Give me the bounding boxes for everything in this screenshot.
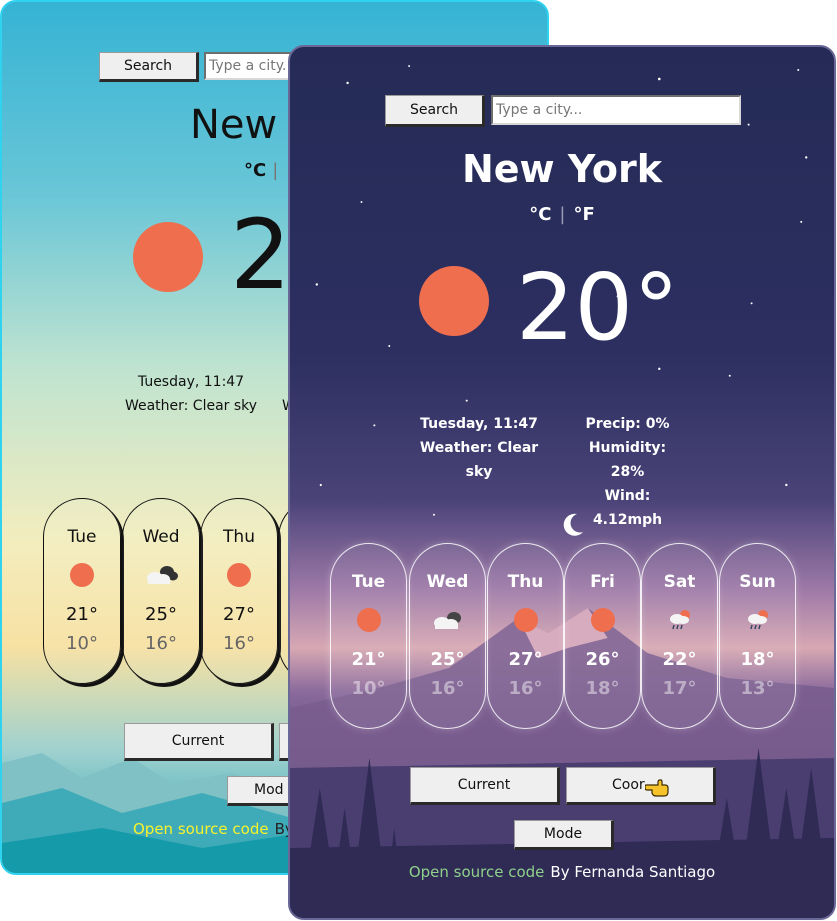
weather-description: Weather: Clear sky bbox=[419, 440, 539, 480]
weather-description: Weather: Clear sky bbox=[124, 398, 258, 414]
forecast-low: 16° bbox=[430, 678, 465, 699]
forecast-low: 18° bbox=[585, 678, 620, 699]
current-location-button[interactable]: Current bbox=[410, 767, 560, 805]
forecast-low: 16° bbox=[508, 678, 543, 699]
coordinates-button[interactable]: Coor bbox=[566, 767, 716, 805]
forecast-high: 25° bbox=[430, 649, 465, 670]
forecast-day: Fri bbox=[590, 572, 615, 592]
forecast-card: Thu 27° 16° bbox=[200, 498, 278, 684]
author-credit: By Fernanda Santiago bbox=[550, 863, 716, 881]
date-time: Tuesday, 11:47 bbox=[420, 416, 538, 432]
forecast-high: 21° bbox=[66, 604, 98, 625]
fahrenheit-toggle[interactable]: °F bbox=[574, 204, 595, 225]
cloud-dark-icon bbox=[123, 560, 199, 590]
forecast-high: 26° bbox=[585, 649, 620, 670]
forecast-card: Tue 21° 10° bbox=[43, 498, 121, 684]
sun-icon bbox=[133, 222, 203, 292]
forecast-low: 16° bbox=[145, 633, 177, 654]
forecast-card: Sun 18° 13° bbox=[719, 543, 796, 729]
forecast-low: 10° bbox=[66, 633, 98, 654]
forecast-high: 22° bbox=[662, 649, 697, 670]
forecast-day: Thu bbox=[223, 527, 255, 547]
forecast-card: Sat 22° 17° bbox=[641, 543, 718, 729]
source-code-link[interactable]: Open source code bbox=[409, 863, 545, 881]
forecast-low: 17° bbox=[662, 678, 697, 699]
forecast-day: Tue bbox=[351, 572, 386, 592]
pointer-hand-cursor-icon bbox=[645, 779, 669, 797]
celsius-toggle[interactable]: °C bbox=[529, 204, 551, 225]
precipitation: Precip: 0% bbox=[585, 416, 670, 432]
weather-details: Precip: 0% Humidity: 28% Wind: 4.12mph bbox=[570, 412, 685, 532]
search-input[interactable] bbox=[491, 95, 741, 125]
sun-icon bbox=[488, 605, 563, 635]
forecast-day: Sat bbox=[663, 572, 696, 592]
wind-speed: Wind: 4.12mph bbox=[592, 488, 663, 528]
sun-icon bbox=[565, 605, 640, 635]
date-time: Tuesday, 11:47 bbox=[137, 374, 245, 390]
unit-toggle: °C | bbox=[244, 160, 284, 181]
search-button[interactable]: Search bbox=[385, 95, 485, 127]
rain-sun-icon bbox=[720, 605, 795, 635]
forecast-card: Tue 21° 10° bbox=[330, 543, 407, 729]
forecast-low: 10° bbox=[351, 678, 386, 699]
city-name: New York bbox=[461, 147, 663, 191]
humidity: Humidity: 28% bbox=[588, 440, 667, 480]
forecast-high: 21° bbox=[351, 649, 386, 670]
forecast-high: 27° bbox=[508, 649, 543, 670]
forecast-card: Fri 26° 18° bbox=[564, 543, 641, 729]
celsius-toggle[interactable]: °C bbox=[244, 160, 266, 181]
forecast-high: 18° bbox=[740, 649, 775, 670]
current-temperature: 20° bbox=[516, 254, 680, 361]
source-code-link[interactable]: Open source code bbox=[133, 820, 269, 838]
forecast-card: Thu 27° 16° bbox=[487, 543, 564, 729]
forecast-high: 27° bbox=[223, 604, 255, 625]
unit-separator: | bbox=[272, 160, 279, 181]
date-weather-info: Tuesday, 11:47 Weather: Clear sky bbox=[120, 370, 262, 418]
search-button[interactable]: Search bbox=[99, 52, 199, 82]
cloud-icon bbox=[410, 605, 485, 635]
weather-app-night-card: Search New York °C | °F 20° Tuesday, 11:47… bbox=[288, 45, 836, 920]
sun-icon bbox=[419, 266, 489, 336]
forecast-day: Wed bbox=[426, 572, 469, 592]
unit-separator: | bbox=[559, 204, 566, 225]
sun-icon bbox=[44, 560, 120, 590]
forecast-card: Wed 25° 16° bbox=[409, 543, 486, 729]
rain-sun-icon bbox=[642, 605, 717, 635]
forecast-day: Thu bbox=[507, 572, 544, 592]
moon-icon bbox=[563, 513, 583, 536]
date-weather-info: Tuesday, 11:47 Weather: Clear sky bbox=[408, 412, 550, 484]
forecast-day: Tue bbox=[67, 527, 97, 547]
footer: Open source code By Fernanda Santiago bbox=[290, 863, 834, 881]
forecast-low: 13° bbox=[740, 678, 775, 699]
forecast-card: Wed 25° 16° bbox=[122, 498, 200, 684]
footer: Open source code By bbox=[133, 820, 294, 838]
current-location-button[interactable]: Current bbox=[124, 723, 274, 761]
sun-icon bbox=[331, 605, 406, 635]
forecast-day: Wed bbox=[142, 527, 180, 547]
forecast-high: 25° bbox=[145, 604, 177, 625]
forecast-day: Sun bbox=[739, 572, 776, 592]
sun-icon bbox=[201, 560, 277, 590]
unit-toggle: °C | °F bbox=[290, 204, 834, 225]
mode-button[interactable]: Mode bbox=[514, 820, 614, 850]
forecast-low: 16° bbox=[223, 633, 255, 654]
